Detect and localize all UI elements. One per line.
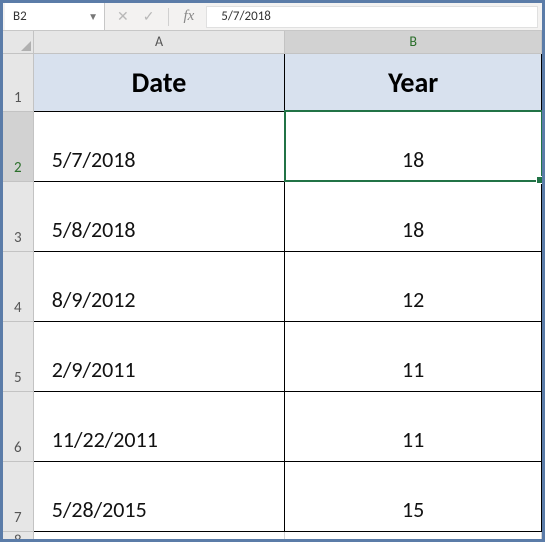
header-cell-year[interactable]: Year xyxy=(285,53,542,111)
enter-icon[interactable]: ✓ xyxy=(143,10,155,24)
row-header-8[interactable]: 8 xyxy=(3,531,33,539)
cancel-icon[interactable]: ✕ xyxy=(117,10,129,24)
cell-a7[interactable]: 5/28/2015 xyxy=(33,461,285,531)
cell-a3[interactable]: 5/8/2018 xyxy=(33,181,285,251)
formula-bar-buttons: ✕ ✓ fx xyxy=(105,3,206,30)
column-header-b[interactable]: B xyxy=(285,31,542,53)
select-all-corner[interactable] xyxy=(3,31,33,53)
row-header-6[interactable]: 6 xyxy=(3,391,33,461)
cell-b4[interactable]: 12 xyxy=(285,251,542,321)
row-header-3[interactable]: 3 xyxy=(3,181,33,251)
row-header-5[interactable]: 5 xyxy=(3,321,33,391)
spreadsheet-grid[interactable]: A B 1 Date Year 2 5/7/2018 18 3 5/8/2018… xyxy=(3,31,542,539)
cell-b3[interactable]: 18 xyxy=(285,181,542,251)
row-header-2[interactable]: 2 xyxy=(3,111,33,181)
row-header-4[interactable]: 4 xyxy=(3,251,33,321)
cell-a5[interactable]: 2/9/2011 xyxy=(33,321,285,391)
cell-b2[interactable]: 18 xyxy=(285,111,542,181)
cell-b5[interactable]: 11 xyxy=(285,321,542,391)
row-header-1[interactable]: 1 xyxy=(3,53,33,111)
cell-b7[interactable]: 15 xyxy=(285,461,542,531)
formula-bar: B2 ▼ ✕ ✓ fx 5/7/2018 xyxy=(3,3,542,31)
cell-a2[interactable]: 5/7/2018 xyxy=(33,111,285,181)
column-header-a[interactable]: A xyxy=(33,31,285,53)
cell-a4[interactable]: 8/9/2012 xyxy=(33,251,285,321)
divider xyxy=(168,8,169,26)
fx-icon[interactable]: fx xyxy=(183,9,194,24)
chevron-down-icon[interactable]: ▼ xyxy=(88,10,98,23)
row-header-7[interactable]: 7 xyxy=(3,461,33,531)
name-box-value: B2 xyxy=(13,9,88,24)
cell-b8[interactable] xyxy=(285,531,542,539)
cell-a8[interactable] xyxy=(33,531,285,539)
formula-bar-text: 5/7/2018 xyxy=(221,9,271,24)
cell-a6[interactable]: 11/22/2011 xyxy=(33,391,285,461)
name-box[interactable]: B2 ▼ xyxy=(5,3,105,30)
header-cell-date[interactable]: Date xyxy=(33,53,285,111)
formula-bar-input[interactable]: 5/7/2018 xyxy=(206,6,538,28)
cell-b6[interactable]: 11 xyxy=(285,391,542,461)
